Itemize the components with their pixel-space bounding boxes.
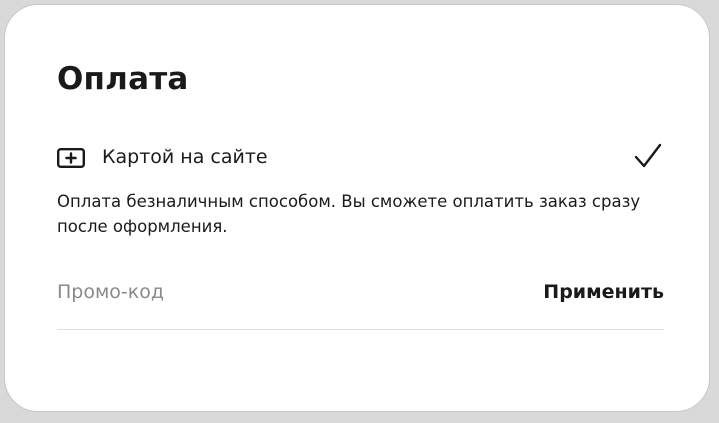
card-plus-icon <box>57 148 86 169</box>
payment-method-label: Картой на сайте <box>102 146 268 168</box>
promo-code-row: Применить <box>57 273 664 330</box>
payment-title: Оплата <box>57 61 189 97</box>
promo-code-input[interactable] <box>57 277 477 307</box>
payment-method-card-online[interactable]: Картой на сайте <box>57 139 664 173</box>
payment-card: Оплата Картой на сайте Оплата безналичны… <box>4 4 710 412</box>
apply-promo-button[interactable]: Применить <box>543 281 664 303</box>
checkmark-icon <box>633 141 663 171</box>
payment-method-description: Оплата безналичным способом. Вы сможете … <box>57 192 641 236</box>
